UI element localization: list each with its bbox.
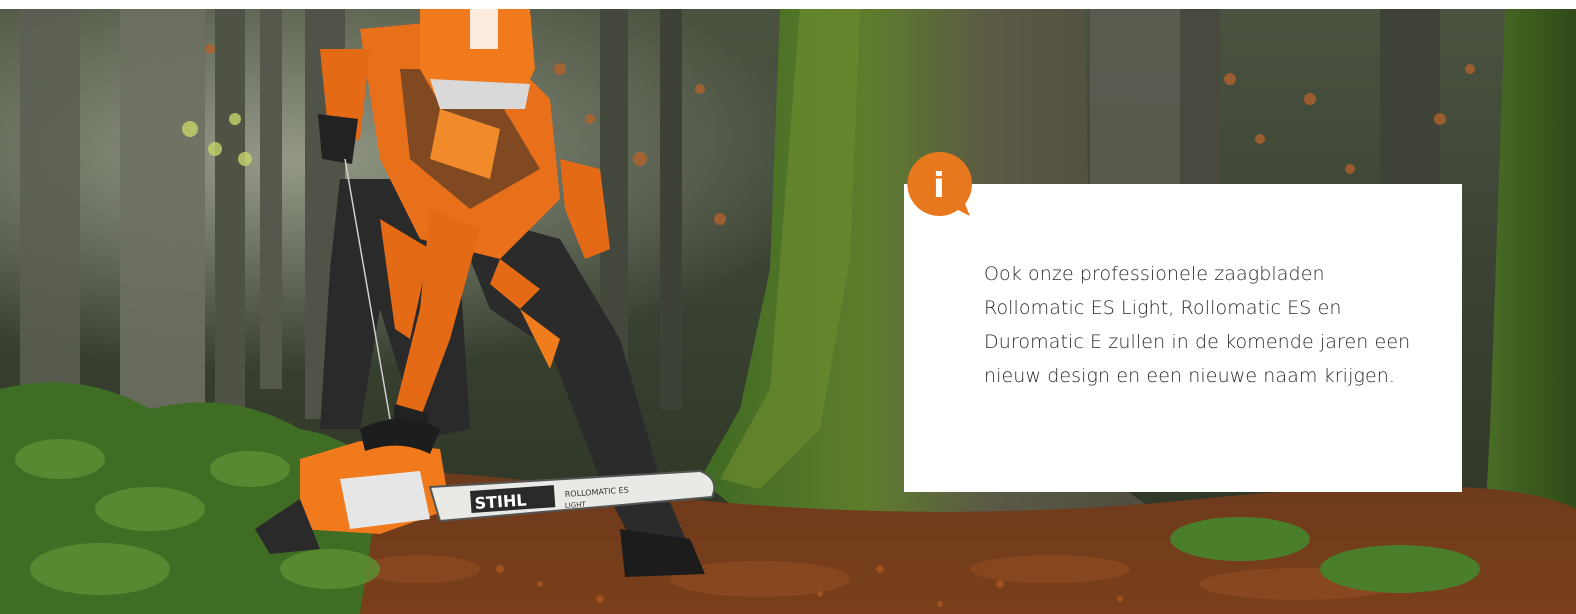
bar-brand-text: STIHL [474, 490, 527, 513]
info-card-text: Ook onze professionele zaagbladen Rollom… [984, 263, 1411, 387]
bar-sub-text: LIGHT [565, 501, 587, 510]
info-icon-glyph: i [933, 166, 945, 206]
info-icon: i [904, 150, 974, 218]
top-strip [0, 0, 1576, 9]
info-card: Ook onze professionele zaagbladen Rollom… [904, 184, 1462, 492]
